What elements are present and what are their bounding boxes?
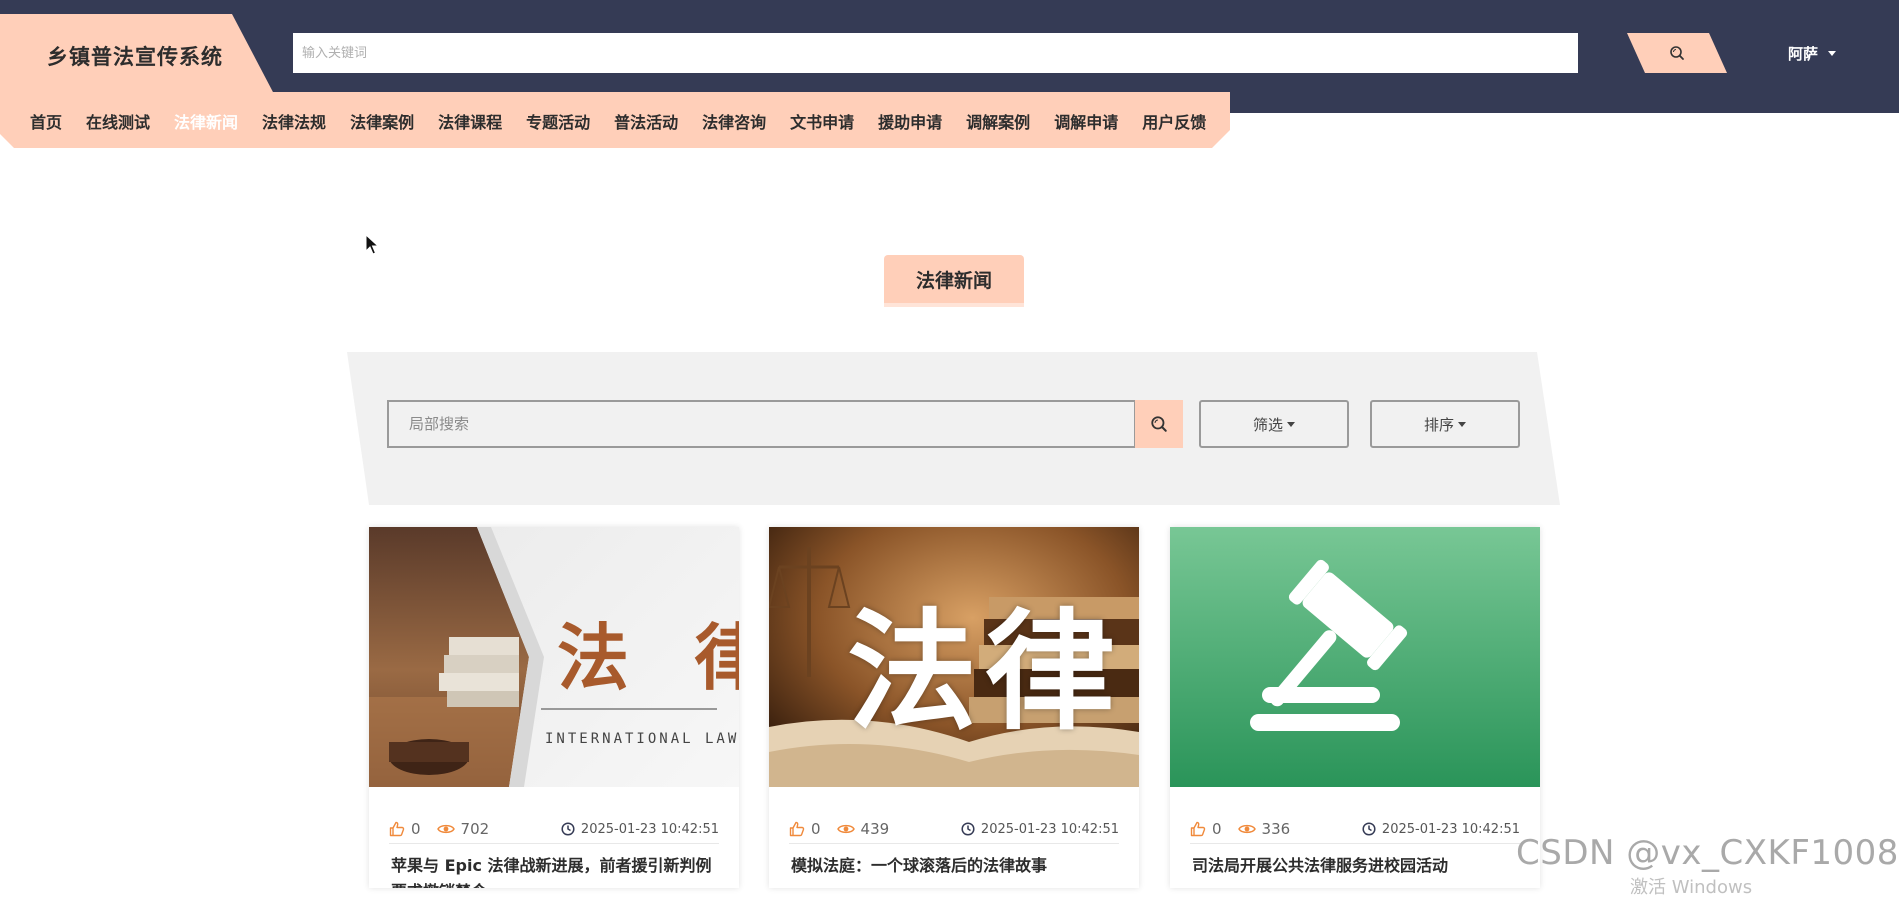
publish-time-text: 2025-01-23 10:42:51 (580, 821, 719, 837)
nav-item-aid-apply[interactable]: 援助申请 (866, 109, 954, 133)
user-name: 阿萨 (1788, 45, 1819, 63)
views: 439 (836, 820, 890, 838)
global-search-input[interactable] (293, 33, 1578, 73)
news-card-title[interactable]: 苹果与 Epic 法律战新进展，前者援引新判例要求撤销禁令 (391, 853, 723, 888)
caret-down-icon (1828, 51, 1837, 56)
site-title[interactable]: 乡镇普法宣传系统 (47, 41, 223, 71)
thumb-up-icon (789, 821, 805, 837)
nav-item-legal-cases[interactable]: 法律案例 (338, 109, 426, 133)
eye-icon (436, 824, 455, 834)
eye-icon (1237, 824, 1256, 834)
publish-time: 2025-01-23 10:42:51 (1362, 822, 1520, 837)
publish-time: 2025-01-23 10:42:51 (561, 822, 719, 837)
section-title-underline (884, 303, 1024, 307)
nav-item-mediation-apply[interactable]: 调解申请 (1042, 109, 1130, 133)
publish-time: 2025-01-23 10:42:51 (961, 822, 1119, 837)
sort-dropdown-button[interactable]: 排序 (1370, 400, 1520, 448)
news-card-image (1170, 527, 1540, 787)
likes[interactable]: 0 (789, 820, 821, 838)
thumb-up-icon (389, 821, 405, 837)
card-image-divider (541, 708, 717, 710)
local-search-input[interactable] (387, 400, 1136, 448)
section-title: 法律新闻 (884, 255, 1024, 303)
news-card-title[interactable]: 司法局开展公共法律服务进校园活动 (1192, 853, 1524, 879)
search-icon (1670, 46, 1684, 60)
mouse-cursor-icon (365, 234, 379, 255)
likes[interactable]: 0 (389, 820, 421, 838)
nav-item-legal-courses[interactable]: 法律课程 (426, 109, 514, 133)
eye-icon (836, 824, 855, 834)
news-card[interactable]: 0 336 2025-01-23 10:42:51 司法局开展公共法律服务进校园… (1170, 527, 1540, 888)
views-count: 336 (1261, 820, 1291, 838)
card-image-chars: 法 律 (557, 615, 739, 700)
sort-label: 排序 (1423, 415, 1454, 434)
nav-item-online-test[interactable]: 在线测试 (74, 109, 162, 133)
local-search-button[interactable] (1135, 400, 1183, 448)
card-meta: 0 336 2025-01-23 10:42:51 (1190, 818, 1520, 840)
caret-down-icon (1287, 421, 1295, 427)
nav-item-feedback[interactable]: 用户反馈 (1130, 109, 1218, 133)
publish-time-text: 2025-01-23 10:42:51 (1381, 821, 1520, 837)
news-card-image: 法 律 INTERNATIONAL LAW (369, 527, 739, 787)
nav-item-home[interactable]: 首页 (18, 109, 74, 133)
card-divider (1190, 843, 1520, 844)
card-image-chars: 法律 (847, 596, 1124, 748)
card-meta: 0 439 2025-01-23 10:42:51 (789, 818, 1119, 840)
news-card-title[interactable]: 模拟法庭：一个球滚落后的法律故事 (791, 853, 1123, 879)
news-card[interactable]: 法律 0 439 2025-01-23 10:42:51 模拟法庭：一个球滚落后… (769, 527, 1139, 888)
nav-item-mediation-cases[interactable]: 调解案例 (954, 109, 1042, 133)
likes[interactable]: 0 (1190, 820, 1222, 838)
news-card[interactable]: 法 律 INTERNATIONAL LAW 0 702 2025-01-23 1… (369, 527, 739, 888)
clock-icon (561, 822, 575, 836)
nav-item-document-apply[interactable]: 文书申请 (778, 109, 866, 133)
card-divider (389, 843, 719, 844)
main-nav: 首页 在线测试 法律新闻 法律法规 法律案例 法律课程 专题活动 普法活动 法律… (0, 92, 1230, 148)
clock-icon (961, 822, 975, 836)
clock-icon (1362, 822, 1376, 836)
nav-item-legal-consult[interactable]: 法律咨询 (690, 109, 778, 133)
likes-count: 0 (1212, 820, 1222, 838)
nav-item-legal-news[interactable]: 法律新闻 (162, 109, 250, 133)
filter-dropdown-button[interactable]: 筛选 (1199, 400, 1349, 448)
user-menu[interactable]: 阿萨 (1788, 43, 1837, 64)
caret-down-icon (1458, 421, 1466, 427)
views-count: 702 (460, 820, 490, 838)
news-card-image: 法律 (769, 527, 1139, 787)
likes-count: 0 (411, 820, 421, 838)
nav-item-laws[interactable]: 法律法规 (250, 109, 338, 133)
card-image-caption: INTERNATIONAL LAW (545, 731, 739, 747)
activate-windows-text: 激活 Windows (1630, 877, 1753, 898)
nav-item-outreach-events[interactable]: 普法活动 (602, 109, 690, 133)
views: 336 (1237, 820, 1291, 838)
filter-label: 筛选 (1252, 415, 1283, 434)
nav-item-special-events[interactable]: 专题活动 (514, 109, 602, 133)
card-meta: 0 702 2025-01-23 10:42:51 (389, 818, 719, 840)
views: 702 (436, 820, 490, 838)
views-count: 439 (860, 820, 890, 838)
card-divider (789, 843, 1119, 844)
thumb-up-icon (1190, 821, 1206, 837)
search-icon (1151, 416, 1167, 432)
publish-time-text: 2025-01-23 10:42:51 (980, 821, 1119, 837)
likes-count: 0 (811, 820, 821, 838)
watermark: CSDN @vx_CXKF10088 (1516, 833, 1899, 873)
